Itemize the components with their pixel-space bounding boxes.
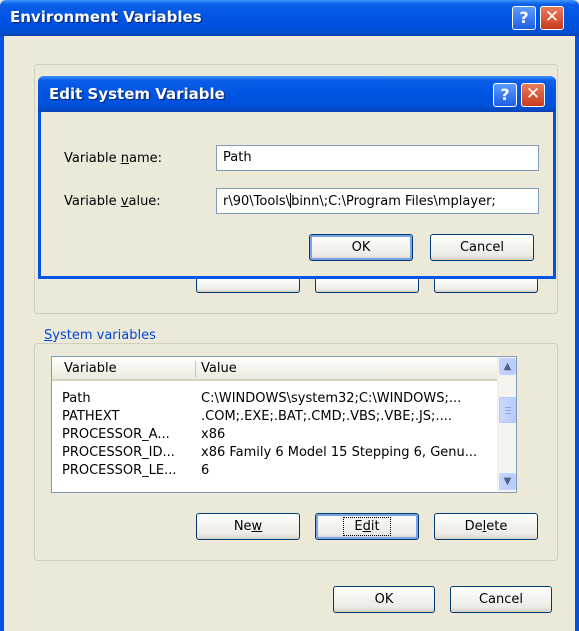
row-value: 6: [201, 463, 210, 478]
delete-label-pre: De: [464, 519, 483, 534]
table-row[interactable]: PROCESSOR_A... x86: [52, 426, 498, 444]
row-variable: PROCESSOR_LE...: [62, 463, 177, 478]
scroll-down-icon[interactable]: ▼: [499, 473, 516, 490]
variable-name-label: Variable name:: [64, 151, 163, 166]
grip-line: [505, 410, 511, 411]
vertical-scrollbar[interactable]: ▲ ▼: [497, 357, 516, 492]
system-variables-list[interactable]: Variable Value Path C:\WINDOWS\system32;…: [51, 356, 517, 493]
value-text-before: r\90\Tools\: [223, 194, 291, 209]
column-header-value[interactable]: Value: [201, 361, 237, 376]
table-row[interactable]: Path C:\WINDOWS\system32;C:\WINDOWS;...: [52, 390, 498, 408]
dialog-title: Edit System Variable: [49, 85, 225, 103]
edit-accesskey: d: [362, 519, 371, 534]
close-icon[interactable]: ✕: [540, 6, 564, 30]
main-window-title: Environment Variables: [10, 8, 202, 26]
dialog-ok-button[interactable]: OK: [309, 234, 413, 261]
edit-button[interactable]: Edit: [315, 513, 419, 540]
value-text-after: binn\;C:\Program Files\mplayer;: [291, 194, 496, 209]
new-label: Ne: [233, 519, 252, 534]
row-value: x86 Family 6 Model 15 Stepping 6, Genu..…: [201, 445, 478, 460]
dialog-close-icon[interactable]: ✕: [521, 83, 545, 107]
table-row[interactable]: PROCESSOR_ID... x86 Family 6 Model 15 St…: [52, 444, 498, 462]
help-icon[interactable]: ?: [512, 6, 536, 30]
edit-focus-ring: Edit: [343, 517, 391, 536]
scroll-up-icon[interactable]: ▲: [499, 358, 516, 375]
edit-system-variable-dialog: Edit System Variable ? ✕ Variable name: …: [38, 76, 556, 279]
row-variable: PROCESSOR_A...: [62, 427, 170, 442]
variable-name-input[interactable]: Path: [216, 145, 539, 171]
variable-value-input[interactable]: r\90\Tools\binn\;C:\Program Files\mplaye…: [216, 188, 539, 214]
row-variable: PATHEXT: [62, 409, 120, 424]
main-titlebar[interactable]: Environment Variables ? ✕: [0, 0, 579, 36]
row-value: C:\WINDOWS\system32;C:\WINDOWS;...: [201, 391, 462, 406]
dialog-help-icon[interactable]: ?: [493, 83, 517, 107]
row-variable: Path: [62, 391, 91, 406]
dialog-cancel-button[interactable]: Cancel: [430, 234, 534, 261]
delete-button[interactable]: Delete: [434, 513, 538, 540]
delete-label-post: ete: [486, 519, 508, 534]
new-button[interactable]: New: [196, 513, 300, 540]
user-edit-button-edge[interactable]: [315, 279, 419, 293]
new-accesskey: w: [251, 519, 263, 534]
column-divider[interactable]: [195, 361, 196, 377]
variable-value-label: Variable value:: [64, 194, 161, 209]
column-header-variable[interactable]: Variable: [64, 361, 117, 376]
cancel-button[interactable]: Cancel: [450, 586, 552, 613]
dialog-titlebar[interactable]: Edit System Variable ? ✕: [38, 76, 556, 112]
variable-name-text: Path: [223, 150, 252, 165]
edit-label-post: it: [370, 519, 380, 534]
grip-line: [505, 413, 511, 414]
user-delete-button-edge[interactable]: [434, 279, 538, 293]
list-header: Variable Value: [52, 357, 516, 381]
ok-button[interactable]: OK: [333, 586, 435, 613]
scroll-thumb[interactable]: [499, 397, 516, 423]
system-variables-label: System variables: [41, 328, 159, 343]
edit-label-pre: E: [354, 519, 363, 534]
row-value: x86: [201, 427, 226, 442]
grip-line: [505, 407, 511, 408]
table-row[interactable]: PROCESSOR_LE... 6: [52, 462, 498, 480]
system-variables-label-rest: ystem variables: [52, 328, 156, 343]
row-variable: PROCESSOR_ID...: [62, 445, 175, 460]
row-value: .COM;.EXE;.BAT;.CMD;.VBS;.VBE;.JS;....: [201, 409, 452, 424]
user-new-button-edge[interactable]: [196, 279, 300, 293]
table-row[interactable]: PATHEXT .COM;.EXE;.BAT;.CMD;.VBS;.VBE;.J…: [52, 408, 498, 426]
